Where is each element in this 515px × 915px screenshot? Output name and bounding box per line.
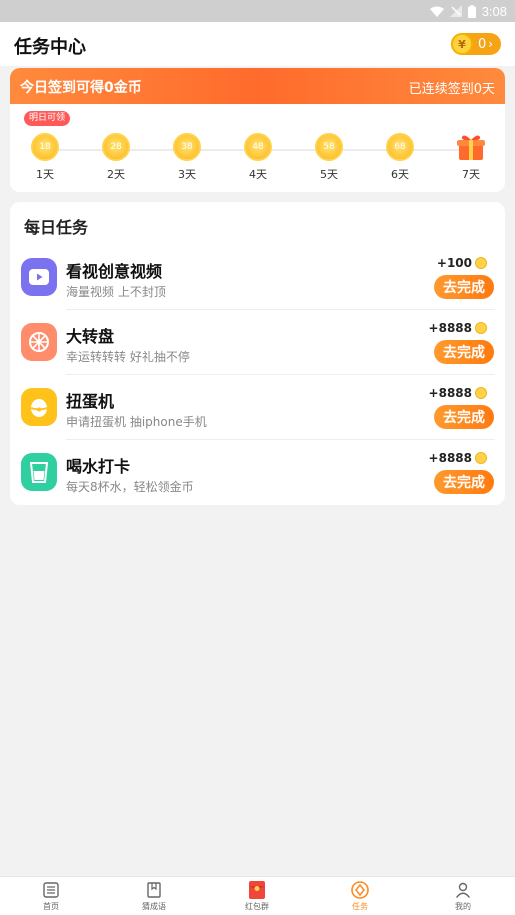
gift-icon (456, 133, 486, 161)
list-icon (42, 881, 60, 899)
day-label: 5天 (320, 168, 338, 181)
bottom-tab-bar: 首页 猜成语 红包群 任务 我的 (0, 876, 515, 915)
task-name: 看视创意视频 (66, 262, 163, 281)
tomorrow-tag: 明日可领 (24, 111, 71, 126)
reward-value: +8888 (428, 386, 472, 400)
coin-icon (475, 322, 487, 334)
tab-label: 红包群 (245, 902, 269, 911)
task-name: 喝水打卡 (66, 457, 131, 476)
signin-headline: 今日签到可得0金币 (20, 80, 142, 96)
tab-tasks[interactable]: 任务 (330, 881, 390, 912)
wifi-icon (429, 6, 444, 17)
coin-icon: 28 (102, 133, 130, 161)
signin-day-3[interactable]: 38 3天 (167, 133, 207, 182)
tab-label: 首页 (43, 902, 59, 911)
book-icon (145, 881, 163, 899)
coin-balance-value: 0 (478, 36, 487, 52)
day-label: 6天 (391, 168, 409, 181)
reward-value: +8888 (428, 321, 472, 335)
tab-label: 任务 (352, 902, 368, 911)
coin-icon (475, 452, 487, 464)
divider (66, 439, 495, 440)
section-title: 每日任务 (24, 218, 89, 237)
coin-icon: 48 (244, 133, 272, 161)
task-reward: +8888 (429, 451, 487, 465)
signin-banner: 今日签到可得0金币 已连续签到0天 (10, 68, 505, 104)
tab-home[interactable]: 首页 (21, 881, 81, 912)
day-label: 2天 (107, 168, 125, 181)
task-name: 扭蛋机 (66, 392, 115, 411)
task-desc: 每天8杯水，轻松领金币 (66, 480, 194, 494)
status-bar: 3:08 (0, 0, 515, 22)
app-header: 任务中心 ¥ 0 › (0, 22, 515, 66)
video-play-icon (21, 258, 57, 296)
daily-tasks-card: 每日任务 看视创意视频 海量视频 上不封顶 +100 去完成 大转盘 幸运转转转… (10, 202, 505, 505)
task-reward: +100 (437, 256, 487, 270)
go-complete-button[interactable]: 去完成 (434, 470, 494, 494)
battery-icon (467, 4, 476, 18)
reward-value: +100 (436, 256, 472, 270)
task-item-water: 喝水打卡 每天8杯水，轻松领金币 +8888 去完成 (10, 441, 505, 505)
coin-icon: 38 (173, 133, 201, 161)
signin-days: 明日可领 18 1天 28 2天 38 3天 48 4天 58 5天 68 6天 (10, 104, 505, 192)
tab-label: 我的 (455, 902, 471, 911)
signin-day-6[interactable]: 68 6天 (380, 133, 420, 182)
go-complete-button[interactable]: 去完成 (434, 275, 494, 299)
signin-card: 今日签到可得0金币 已连续签到0天 明日可领 18 1天 28 2天 38 3天… (10, 68, 505, 192)
coin-icon (475, 257, 487, 269)
task-reward: +8888 (429, 386, 487, 400)
day-label: 1天 (36, 168, 54, 181)
tab-label: 猜成语 (142, 902, 166, 911)
go-complete-button[interactable]: 去完成 (434, 340, 494, 364)
coin-icon: 58 (315, 133, 343, 161)
signin-streak: 已连续签到0天 (408, 82, 495, 97)
coin-balance-button[interactable]: ¥ 0 › (451, 33, 501, 55)
tab-profile[interactable]: 我的 (433, 881, 493, 912)
no-signal-icon (449, 5, 462, 17)
signin-day-4[interactable]: 48 4天 (238, 133, 278, 182)
task-desc: 申请扭蛋机 抽iphone手机 (66, 415, 207, 429)
user-icon (454, 881, 472, 899)
go-complete-button[interactable]: 去完成 (434, 405, 494, 429)
signin-day-2[interactable]: 28 2天 (96, 133, 136, 182)
task-desc: 海量视频 上不封顶 (66, 285, 166, 299)
day-label: 7天 (462, 168, 480, 181)
capsule-egg-icon (21, 388, 57, 426)
red-packet-icon (248, 881, 266, 899)
status-time: 3:08 (481, 3, 507, 19)
divider (66, 309, 495, 310)
task-desc: 幸运转转转 好礼抽不停 (66, 350, 190, 364)
reward-value: +8888 (428, 451, 472, 465)
tab-red-packet[interactable]: 红包群 (227, 881, 287, 912)
task-reward: +8888 (429, 321, 487, 335)
signin-day-1[interactable]: 18 1天 (25, 133, 65, 182)
signin-day-5[interactable]: 58 5天 (309, 133, 349, 182)
task-item-wheel: 大转盘 幸运转转转 好礼抽不停 +8888 去完成 (10, 311, 505, 375)
coin-icon: 18 (31, 133, 59, 161)
task-item-capsule: 扭蛋机 申请扭蛋机 抽iphone手机 +8888 去完成 (10, 376, 505, 440)
day-label: 4天 (249, 168, 267, 181)
chevron-right-icon: › (488, 37, 494, 51)
task-diamond-icon (351, 881, 369, 899)
water-cup-icon (21, 453, 57, 491)
signin-day-7[interactable]: 7天 (451, 133, 491, 182)
wheel-icon (21, 323, 57, 361)
task-name: 大转盘 (66, 327, 115, 346)
day-label: 3天 (178, 168, 196, 181)
yen-coin-icon: ¥ (451, 33, 473, 55)
page-title: 任务中心 (14, 37, 86, 58)
tab-idiom[interactable]: 猜成语 (124, 881, 184, 912)
coin-icon: 68 (386, 133, 414, 161)
divider (66, 374, 495, 375)
coin-icon (475, 387, 487, 399)
task-item-video: 看视创意视频 海量视频 上不封顶 +100 去完成 (10, 246, 505, 310)
